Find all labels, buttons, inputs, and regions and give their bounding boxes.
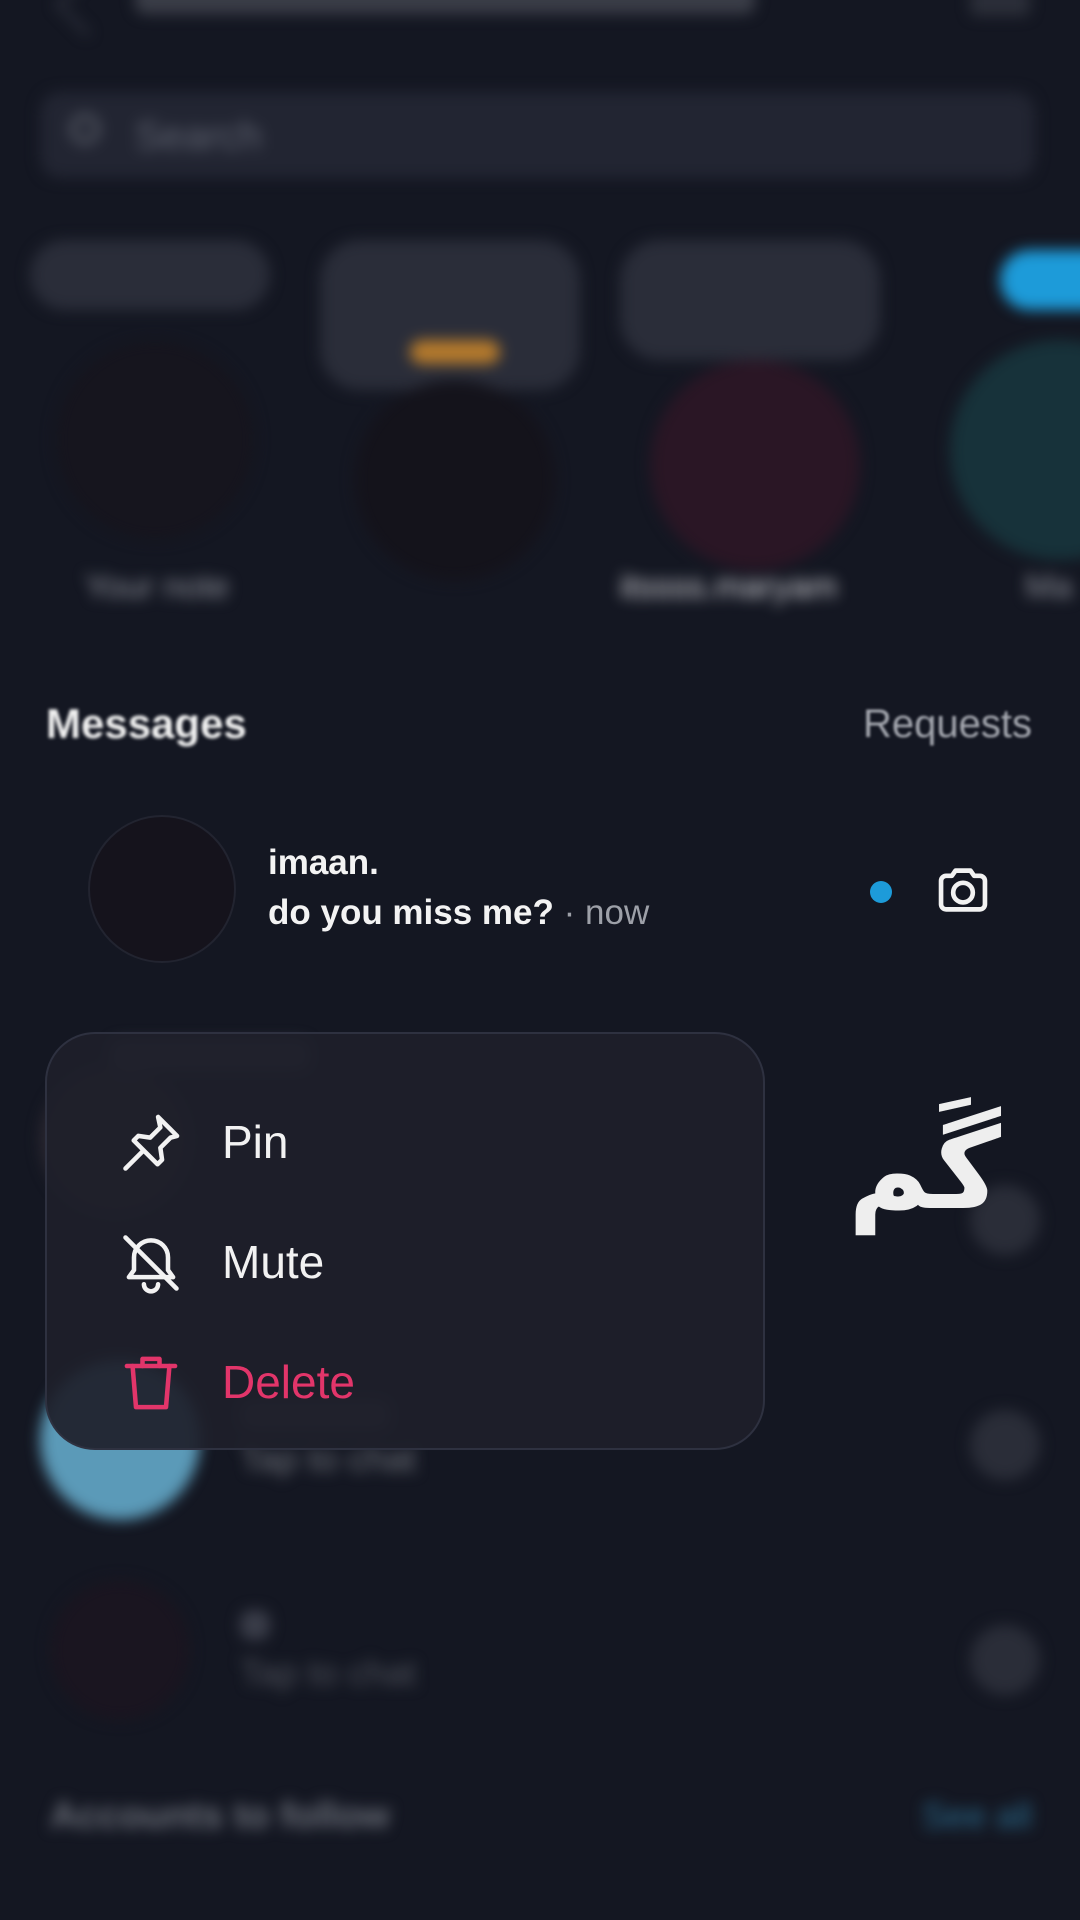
account-username[interactable]	[135, 0, 755, 14]
top-bar	[0, 0, 1080, 40]
pin-icon	[123, 1114, 180, 1171]
note-label: Your note	[85, 568, 230, 606]
notes-row: Your note itssss.maryam Ma	[0, 230, 1080, 630]
see-all-link[interactable]: See all	[922, 1795, 1032, 1837]
unread-dot	[870, 881, 892, 903]
chat-preview: do you miss me? · now	[268, 893, 649, 933]
menu-label: Pin	[222, 1116, 289, 1168]
overlay-text: گَم	[848, 1105, 1001, 1235]
bell-off-icon	[123, 1235, 179, 1294]
menu-label: Mute	[222, 1236, 325, 1288]
menu-label: Delete	[222, 1356, 355, 1408]
chat-subtitle: Tap to chat	[240, 1652, 417, 1693]
chat-time: · now	[563, 893, 650, 932]
note-label: Ma	[1025, 568, 1073, 606]
trash-icon	[124, 1356, 178, 1410]
accounts-title: Accounts to follow	[50, 1795, 390, 1837]
search-placeholder: Search	[135, 114, 262, 158]
chat-row[interactable]: Tap to chat	[0, 1580, 1080, 1730]
context-menu: Pin Mute Delete	[45, 1032, 765, 1450]
messages-title: Messages	[46, 700, 247, 747]
avatar[interactable]	[88, 815, 236, 963]
camera-icon[interactable]	[932, 859, 994, 921]
menu-item-pin[interactable]: Pin	[47, 1089, 767, 1199]
new-message-icon[interactable]	[970, 0, 1030, 16]
menu-item-mute[interactable]: Mute	[47, 1209, 767, 1319]
menu-item-delete[interactable]: Delete	[47, 1329, 767, 1439]
requests-link[interactable]: Requests	[863, 702, 1032, 747]
note-label: itssss.maryam	[620, 568, 838, 606]
search-bar[interactable]: Search	[40, 92, 1035, 178]
chat-name: imaan.	[268, 843, 379, 882]
back-arrow-icon[interactable]	[54, 0, 112, 37]
search-icon	[70, 114, 100, 144]
chat-message: do you miss me?	[268, 893, 554, 932]
active-chat-row[interactable]: imaan. do you miss me? · now	[0, 815, 1080, 965]
